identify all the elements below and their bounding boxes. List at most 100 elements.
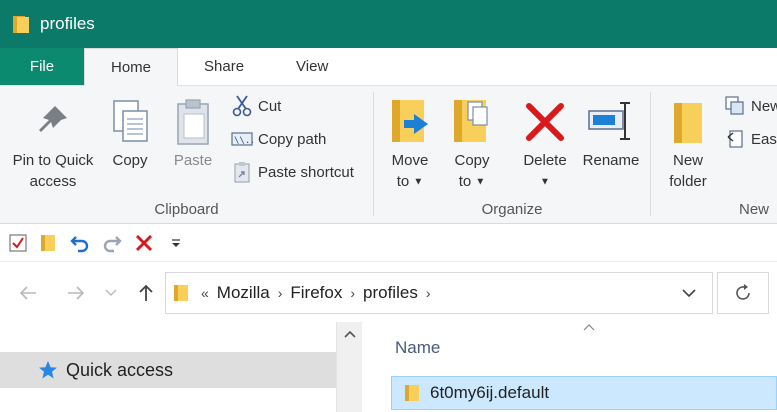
clipboard-group-label: Clipboard: [154, 201, 219, 218]
delete-qat-button[interactable]: [129, 228, 159, 258]
rename-label: Rename: [582, 152, 640, 169]
recent-chevron-icon: [105, 289, 117, 296]
easy-access-button[interactable]: Eas: [723, 127, 777, 151]
undo-icon: [70, 235, 89, 252]
breadcrumb-profiles[interactable]: profiles: [363, 283, 418, 303]
easy-access-label: Eas: [751, 130, 777, 148]
move-to-label-line2: to: [396, 173, 410, 190]
chevron-right-icon[interactable]: ›: [426, 285, 431, 301]
delete-x-icon: [135, 234, 153, 251]
rename-icon: [588, 102, 630, 140]
address-overflow[interactable]: «: [201, 285, 209, 301]
folder-icon: [405, 385, 419, 401]
window-title: profiles: [40, 14, 95, 33]
quick-access-toolbar: [0, 224, 777, 262]
rename-button[interactable]: Rename: [578, 94, 644, 171]
redo-icon: [103, 235, 122, 252]
customize-chevron-icon: [172, 238, 180, 247]
up-button[interactable]: [133, 280, 159, 306]
copy-icon: [113, 100, 148, 142]
chevron-down-icon: ▼: [413, 176, 424, 188]
chevron-right-icon[interactable]: ›: [278, 285, 283, 301]
chevron-down-icon: ▼: [475, 176, 486, 188]
folder-icon: [174, 285, 188, 301]
new-group-label: New: [739, 201, 770, 218]
organize-group: Move to ▼ Copy to ▼ Delete ▼ Rename Orga…: [374, 86, 650, 224]
tab-view[interactable]: View: [270, 48, 354, 85]
organize-group-label: Organize: [481, 201, 543, 218]
customize-qat-button[interactable]: [161, 228, 191, 258]
paste-shortcut-label: Paste shortcut: [258, 163, 354, 181]
move-to-button[interactable]: Move to ▼: [384, 94, 436, 193]
scroll-up-icon[interactable]: [343, 328, 357, 342]
copy-button[interactable]: Copy: [104, 94, 156, 171]
pin-label-line1: Pin to Quick: [12, 152, 94, 169]
copy-to-icon: [454, 100, 488, 142]
forward-button[interactable]: [63, 280, 89, 306]
pin-icon: [39, 106, 67, 132]
pin-to-quick-access-button[interactable]: Pin to Quick access: [4, 94, 102, 192]
column-header-name[interactable]: Name: [395, 338, 440, 358]
tab-share[interactable]: Share: [178, 48, 270, 85]
new-item-icon: [725, 96, 744, 115]
refresh-button[interactable]: [717, 272, 769, 314]
chevron-down-icon[interactable]: [682, 289, 696, 297]
folder-icon: [41, 234, 55, 251]
copy-label: Copy: [112, 152, 148, 169]
address-bar[interactable]: « Mozilla › Firefox › profiles ›: [165, 272, 713, 314]
ribbon: Pin to Quick access Copy Paste Cut \\. C…: [0, 86, 777, 224]
delete-button[interactable]: Delete ▼: [518, 94, 572, 193]
properties-button[interactable]: [3, 228, 33, 258]
paste-button[interactable]: Paste: [166, 94, 220, 171]
undo-button[interactable]: [65, 228, 95, 258]
move-to-label-line1: Move: [391, 152, 429, 169]
breadcrumb-mozilla[interactable]: Mozilla: [217, 283, 270, 303]
navigation-pane: Quick access: [0, 322, 362, 412]
title-bar: profiles: [0, 0, 777, 48]
svg-text:\\..: \\..: [234, 136, 253, 146]
navigation-bar: « Mozilla › Firefox › profiles ›: [0, 262, 777, 322]
paste-label: Paste: [173, 152, 213, 169]
redo-button[interactable]: [97, 228, 127, 258]
tab-file[interactable]: File: [0, 48, 84, 85]
new-item-button[interactable]: New: [723, 94, 777, 118]
refresh-icon: [736, 284, 750, 300]
back-button[interactable]: [15, 280, 41, 306]
chevron-right-icon[interactable]: ›: [350, 285, 355, 301]
recent-locations-button[interactable]: [102, 280, 120, 306]
new-folder-label-line2: folder: [669, 173, 707, 190]
pin-label-line2: access: [29, 173, 77, 190]
quick-access-label: Quick access: [66, 359, 174, 380]
new-folder-label-line1: New: [672, 152, 703, 169]
nav-item-quick-access[interactable]: Quick access: [0, 352, 336, 388]
move-to-icon: [392, 100, 428, 142]
chevron-down-icon: ▼: [540, 176, 550, 188]
new-folder-icon: [674, 103, 702, 143]
copy-path-button[interactable]: \\.. Copy path: [230, 127, 326, 151]
paste-shortcut-button[interactable]: Paste shortcut: [230, 160, 354, 184]
file-name: 6t0my6ij.default: [430, 383, 550, 402]
up-arrow-icon: [139, 284, 153, 301]
ribbon-tabs: File Home Share View: [0, 48, 777, 86]
cut-button[interactable]: Cut: [230, 94, 281, 118]
star-icon: [39, 361, 57, 379]
new-item-label: New: [751, 97, 777, 115]
back-arrow-icon: [19, 286, 36, 300]
forward-arrow-icon: [68, 286, 85, 300]
new-folder-button[interactable]: New folder: [663, 94, 713, 192]
delete-x-icon: [526, 103, 564, 141]
scissors-icon: [232, 95, 252, 117]
new-folder-qat-button[interactable]: [33, 228, 63, 258]
new-group: New folder New Eas New: [651, 86, 777, 224]
copy-to-button[interactable]: Copy to ▼: [446, 94, 498, 193]
copy-to-label-line2: to: [458, 173, 472, 190]
cut-label: Cut: [258, 97, 282, 115]
delete-label: Delete: [523, 152, 567, 169]
copy-path-label: Copy path: [258, 130, 327, 148]
paste-shortcut-icon: [234, 162, 250, 183]
tab-home[interactable]: Home: [84, 48, 179, 86]
paste-icon: [177, 99, 209, 145]
list-item[interactable]: 6t0my6ij.default: [391, 376, 777, 410]
nav-pane-scrollbar[interactable]: [336, 322, 362, 412]
breadcrumb-firefox[interactable]: Firefox: [290, 283, 342, 303]
